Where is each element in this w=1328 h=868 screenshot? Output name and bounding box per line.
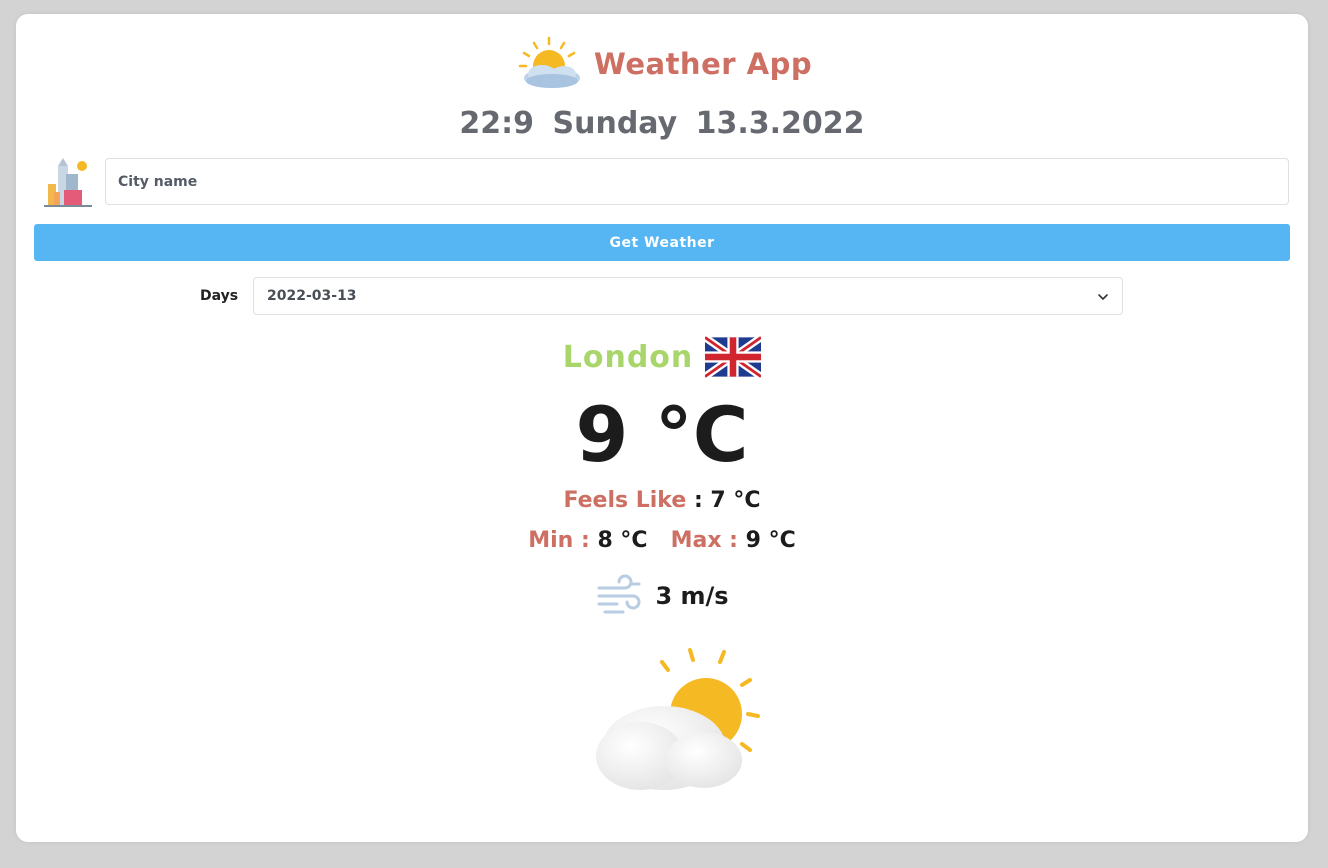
- wind-speed: 3 m/s: [655, 582, 729, 610]
- temperature-value: 9 °C: [575, 390, 749, 479]
- city-search-row: [42, 158, 1290, 208]
- days-label: Days: [200, 288, 239, 304]
- app-header: Weather App: [16, 36, 1308, 92]
- location-heading: London: [16, 336, 1308, 378]
- wind-icon: [597, 574, 641, 614]
- max-value: 9 °C: [745, 528, 796, 553]
- max-label: Max :: [670, 528, 738, 553]
- get-weather-button[interactable]: Get Weather: [34, 224, 1290, 261]
- chevron-down-icon: [1098, 294, 1108, 300]
- days-select[interactable]: 2022-03-13: [253, 277, 1123, 315]
- current-day: Sunday: [552, 106, 678, 141]
- feels-like-value: : 7 °C: [693, 488, 761, 513]
- app-title: Weather App: [593, 47, 813, 81]
- min-label: Min :: [528, 528, 590, 553]
- min-value: 8 °C: [597, 528, 648, 553]
- sun-cloud-icon: [518, 36, 580, 88]
- min-max-temps: Min : 8 °C Max : 9 °C: [16, 528, 1308, 553]
- partly-cloudy-icon: [596, 648, 760, 790]
- city-buildings-icon: [44, 158, 92, 207]
- uk-flag-icon: [705, 336, 762, 378]
- city-name: London: [562, 339, 694, 375]
- current-date: 13.3.2022: [695, 106, 865, 141]
- current-datetime: 22:9 Sunday 13.3.2022: [16, 106, 1308, 141]
- app-card: Weather App 22:9 Sunday 13.3.2022 Get We…: [16, 14, 1308, 842]
- current-time: 22:9: [459, 106, 535, 141]
- days-selected-value: 2022-03-13: [267, 288, 357, 304]
- wind-info: 3 m/s: [16, 574, 1308, 618]
- feels-like: Feels Like : 7 °C: [16, 488, 1308, 513]
- feels-like-label: Feels Like: [563, 488, 687, 513]
- city-name-input[interactable]: [105, 158, 1289, 205]
